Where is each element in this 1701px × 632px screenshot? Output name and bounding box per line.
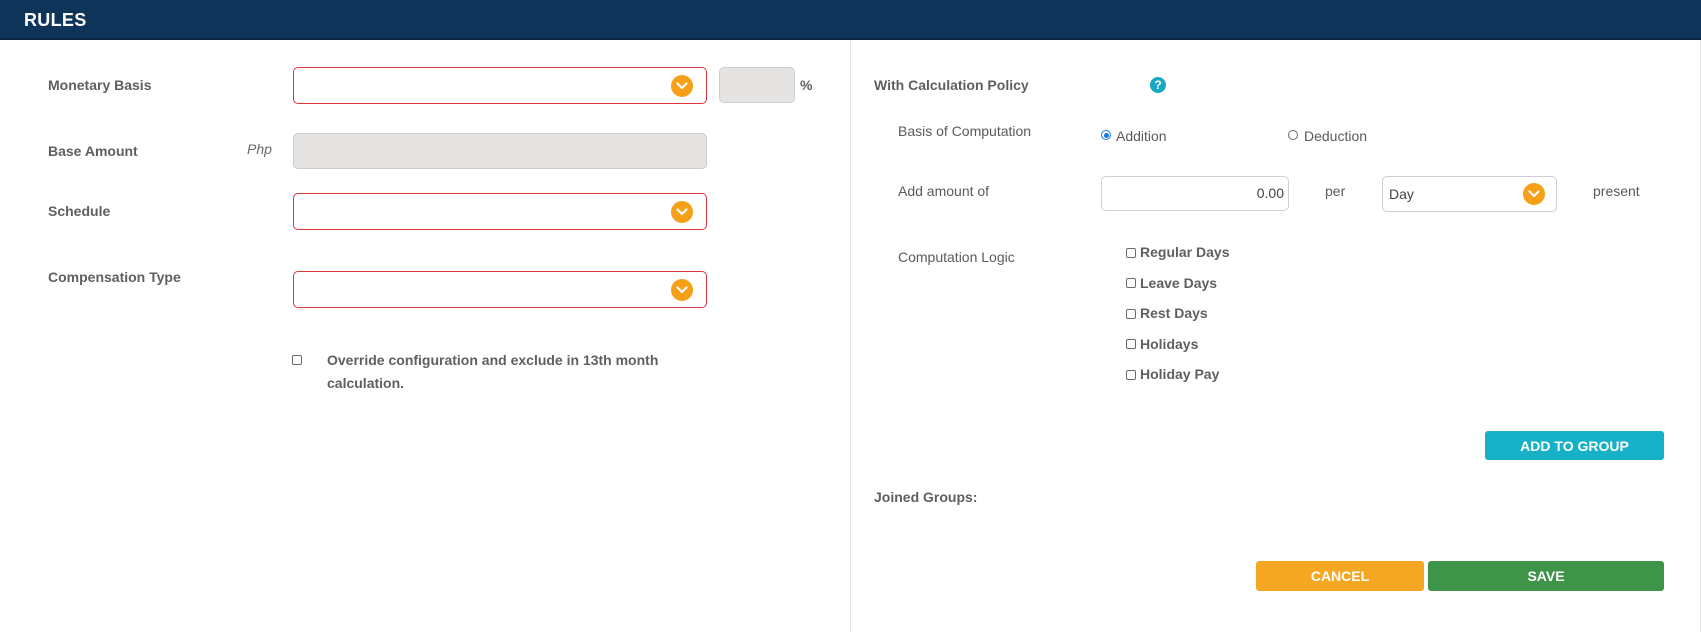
chevron-down-icon bbox=[671, 75, 693, 97]
save-button[interactable]: SAVE bbox=[1428, 561, 1664, 591]
percent-symbol: % bbox=[800, 77, 813, 93]
currency-label: Php bbox=[247, 141, 272, 157]
holiday-pay-checkbox[interactable] bbox=[1126, 370, 1136, 380]
leave-days-checkbox[interactable] bbox=[1126, 278, 1136, 288]
monetary-basis-label: Monetary Basis bbox=[48, 77, 152, 93]
addition-label: Addition bbox=[1116, 128, 1167, 144]
override-label-line2: calculation. bbox=[327, 375, 405, 391]
base-amount-input[interactable] bbox=[293, 133, 707, 169]
chevron-down-icon bbox=[1523, 183, 1545, 205]
cancel-button[interactable]: CANCEL bbox=[1256, 561, 1424, 591]
deduction-radio[interactable] bbox=[1288, 130, 1298, 140]
rest-days-label: Rest Days bbox=[1140, 305, 1208, 321]
override-label-line1: Override configuration and exclude in 13… bbox=[327, 352, 659, 368]
deduction-label: Deduction bbox=[1304, 128, 1368, 144]
column-divider bbox=[850, 40, 851, 632]
basis-of-computation-label: Basis of Computation bbox=[898, 123, 1032, 139]
schedule-label: Schedule bbox=[48, 203, 111, 219]
monetary-basis-select[interactable] bbox=[293, 67, 707, 104]
add-amount-value: 0.00 bbox=[1256, 185, 1284, 201]
monetary-percent-input[interactable] bbox=[719, 67, 795, 103]
question-circle-icon[interactable]: ? bbox=[1150, 77, 1166, 93]
regular-days-checkbox[interactable] bbox=[1126, 248, 1136, 258]
holidays-label: Holidays bbox=[1140, 336, 1199, 352]
leave-days-label: Leave Days bbox=[1140, 275, 1218, 291]
holiday-pay-label: Holiday Pay bbox=[1140, 366, 1220, 382]
unit-select[interactable]: Day bbox=[1382, 176, 1557, 212]
present-label: present bbox=[1593, 183, 1640, 199]
rest-days-checkbox[interactable] bbox=[1126, 309, 1136, 319]
compensation-type-label: Compensation Type bbox=[48, 269, 181, 285]
base-amount-label: Base Amount bbox=[48, 143, 138, 159]
per-label: per bbox=[1325, 183, 1346, 199]
add-to-group-button[interactable]: ADD TO GROUP bbox=[1485, 431, 1664, 460]
addition-radio[interactable] bbox=[1101, 130, 1111, 140]
calc-policy-label: With Calculation Policy bbox=[874, 77, 1029, 93]
page-title: RULES bbox=[24, 10, 87, 30]
compensation-type-select[interactable] bbox=[293, 271, 707, 308]
override-checkbox[interactable] bbox=[292, 355, 302, 365]
chevron-down-icon bbox=[671, 201, 693, 223]
page-header: RULES bbox=[0, 0, 1701, 40]
computation-logic-label: Computation Logic bbox=[898, 249, 1015, 265]
add-amount-label: Add amount of bbox=[898, 183, 990, 199]
add-amount-input[interactable]: 0.00 bbox=[1101, 176, 1289, 211]
holidays-checkbox[interactable] bbox=[1126, 339, 1136, 349]
regular-days-label: Regular Days bbox=[1140, 244, 1230, 260]
chevron-down-icon bbox=[671, 279, 693, 301]
unit-value: Day bbox=[1389, 186, 1414, 202]
joined-groups-label: Joined Groups: bbox=[874, 489, 978, 505]
schedule-select[interactable] bbox=[293, 193, 707, 230]
